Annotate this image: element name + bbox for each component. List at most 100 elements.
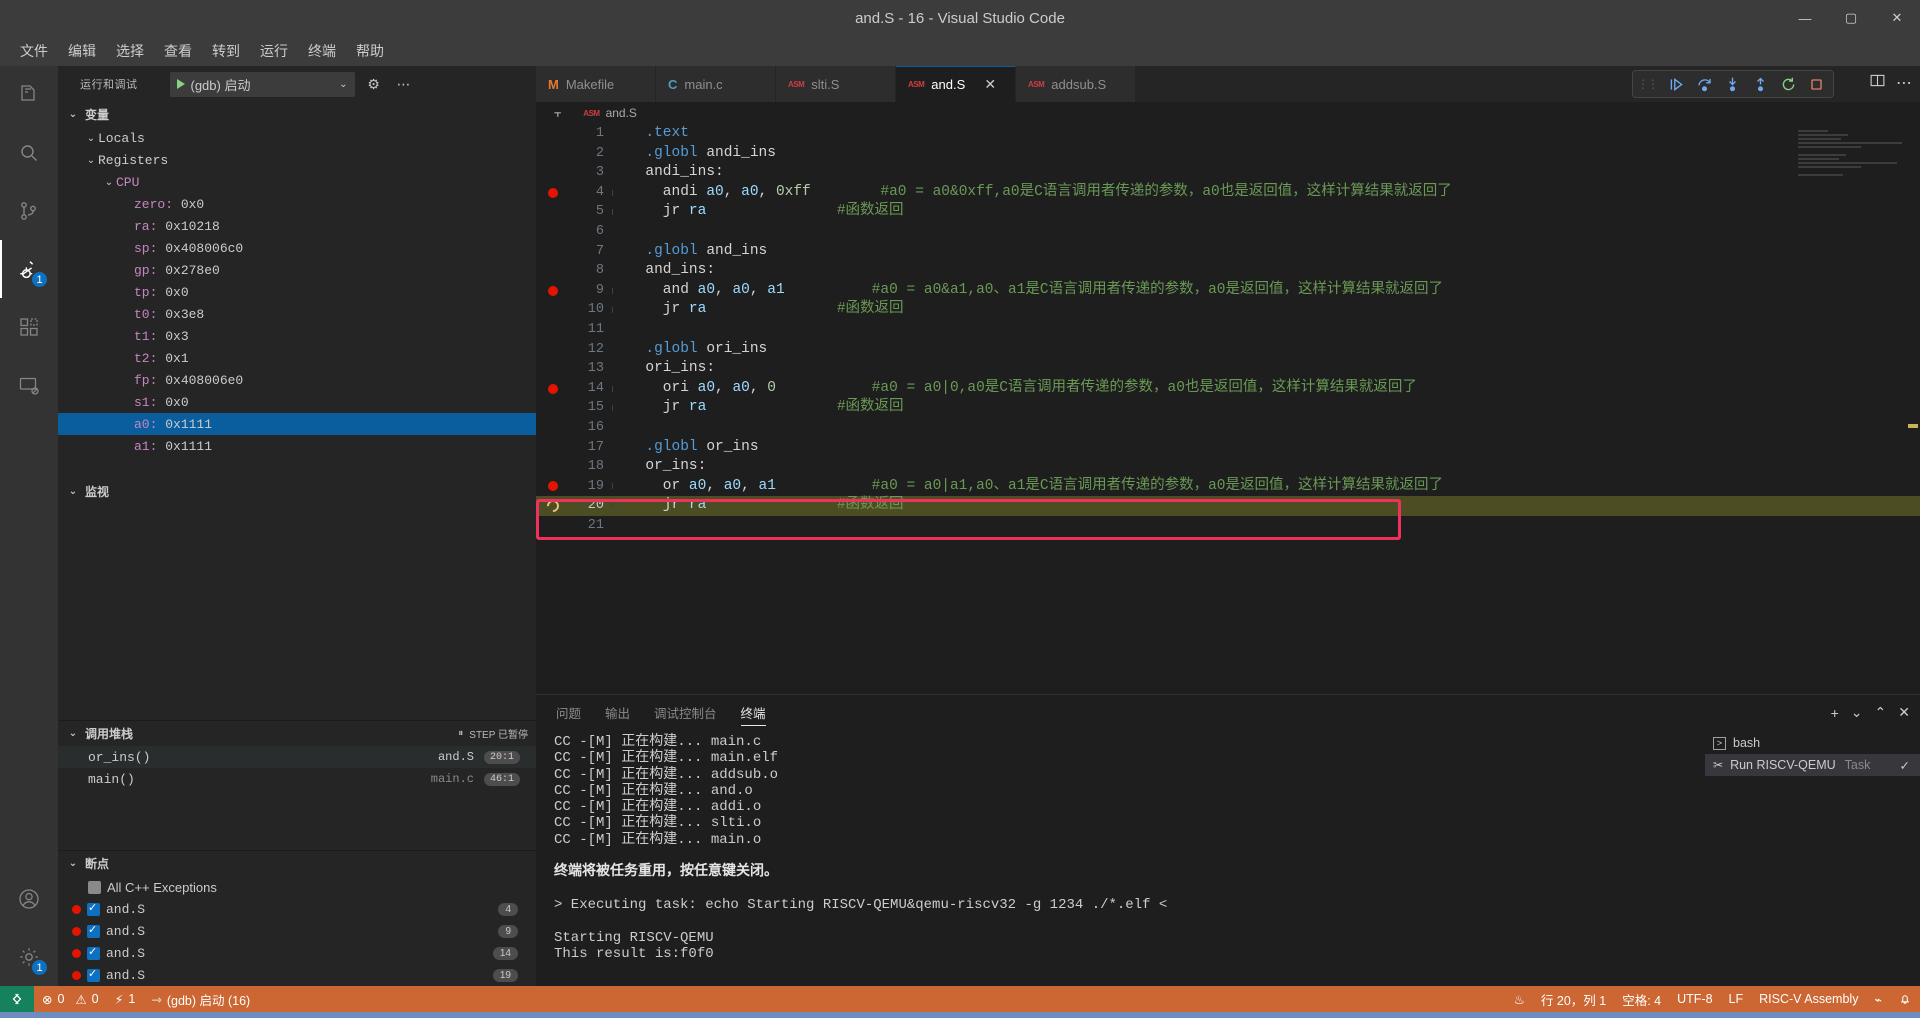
code-text[interactable]: .globl or_ins	[626, 438, 759, 458]
code-line[interactable]: 19 or a0, a0, a1 #a0 = a0|a1,a0、a1是C语言调用…	[536, 477, 1920, 497]
menu-selection[interactable]: 选择	[106, 38, 154, 64]
close-button[interactable]: ✕	[1874, 0, 1920, 36]
maximize-button[interactable]: ▢	[1828, 0, 1874, 36]
cursor-position[interactable]: 行 20，列 1	[1533, 986, 1614, 1012]
activity-manage[interactable]: 1	[0, 928, 58, 986]
remote-indicator[interactable]	[0, 986, 34, 1012]
breakpoint-dot-icon[interactable]	[548, 188, 558, 198]
close-panel-button[interactable]: ✕	[1898, 704, 1910, 721]
open-launch-json-button[interactable]: ⚙	[363, 73, 385, 95]
menu-go[interactable]: 转到	[202, 38, 250, 64]
watch-list[interactable]	[58, 504, 536, 720]
code-line[interactable]: 14 ori a0, a0, 0 #a0 = a0|0,a0是C语言调用者传递的…	[536, 379, 1920, 399]
terminal-output[interactable]: CC -[M] 正在构建... main.cCC -[M] 正在构建... ma…	[536, 730, 1705, 986]
launch-configuration-select[interactable]: (gdb) 启动 ⌄	[170, 72, 355, 97]
activity-explorer[interactable]	[0, 66, 58, 124]
terminal-split-dropdown[interactable]: ⌄	[1851, 704, 1863, 721]
breakpoint-dot-icon[interactable]	[548, 286, 558, 296]
code-line[interactable]: 4 andi a0, a0, 0xff #a0 = a0&0xff,a0是C语言…	[536, 183, 1920, 203]
code-text[interactable]: jr ra #函数返回	[626, 300, 904, 320]
code-line[interactable]: 16	[536, 418, 1920, 438]
notifications-button[interactable]	[1890, 986, 1920, 1012]
code-line[interactable]: 12 .globl ori_ins	[536, 340, 1920, 360]
breakpoint-dot-icon[interactable]	[536, 384, 570, 394]
breakpoint-checkbox[interactable]	[87, 969, 100, 982]
close-icon[interactable]: ✕	[982, 76, 998, 93]
code-text[interactable]: .globl ori_ins	[626, 340, 767, 360]
sidebar-more-actions-button[interactable]: ⋯	[393, 73, 415, 95]
code-text[interactable]: and a0, a0, a1 #a0 = a0&a1,a0、a1是C语言调用者传…	[626, 281, 1443, 301]
code-line[interactable]: 3 andi_ins:	[536, 163, 1920, 183]
register-row-zero[interactable]: zero: 0x0	[58, 193, 536, 215]
activity-accounts[interactable]	[0, 870, 58, 928]
activity-remote-explorer[interactable]	[0, 356, 58, 414]
watch-pane-header[interactable]: ⌄ 监视	[58, 479, 536, 504]
menu-terminal[interactable]: 终端	[298, 38, 346, 64]
code-text[interactable]: ori a0, a0, 0 #a0 = a0|0,a0是C语言调用者传递的参数，…	[626, 379, 1417, 399]
debug-session-status[interactable]: ⇾ (gdb) 启动 (16)	[143, 986, 258, 1012]
tab-main-c[interactable]: C main.c	[656, 66, 776, 102]
more-actions-button[interactable]: ⋯	[1896, 73, 1912, 93]
breakpoint-dot-icon[interactable]	[536, 481, 570, 491]
register-row-t1[interactable]: t1: 0x3	[58, 325, 536, 347]
code-line[interactable]: 10 jr ra #函数返回	[536, 300, 1920, 320]
step-into-button[interactable]	[1719, 72, 1745, 96]
code-lines[interactable]: 1 .text2 .globl andi_ins3 andi_ins:4 and…	[536, 124, 1920, 535]
code-text[interactable]: .text	[626, 124, 689, 144]
indentation-status[interactable]: 空格: 4	[1614, 986, 1669, 1012]
restart-button[interactable]	[1775, 72, 1801, 96]
step-over-button[interactable]	[1691, 72, 1717, 96]
panel-tab-problems[interactable]: 问题	[556, 695, 581, 730]
encoding-status[interactable]: UTF-8	[1669, 986, 1720, 1012]
sync-status[interactable]: ♨	[1506, 986, 1533, 1012]
breakpoint-row[interactable]: and.S 9	[58, 920, 536, 942]
fold-icon[interactable]: ⫟	[554, 106, 561, 121]
code-text[interactable]: or_ins:	[626, 457, 706, 477]
code-text[interactable]: .globl andi_ins	[626, 144, 776, 164]
callstack-list[interactable]: or_ins() and.S 20:1 main() main.c 46:1	[58, 746, 536, 850]
continue-button[interactable]	[1663, 72, 1689, 96]
code-line[interactable]: 5 jr ra #函数返回	[536, 202, 1920, 222]
breakpoint-checkbox[interactable]	[87, 925, 100, 938]
problems-status[interactable]: ⊗ 0 ⚠ 0	[34, 986, 107, 1012]
menu-view[interactable]: 查看	[154, 38, 202, 64]
register-row-t0[interactable]: t0: 0x3e8	[58, 303, 536, 325]
breakpoint-row[interactable]: All C++ Exceptions	[58, 876, 536, 898]
step-out-button[interactable]	[1747, 72, 1773, 96]
code-line[interactable]: 7 .globl and_ins	[536, 242, 1920, 262]
code-text[interactable]: andi a0, a0, 0xff #a0 = a0&0xff,a0是C语言调用…	[626, 183, 1452, 203]
tree-item-locals[interactable]: ⌄ Locals	[58, 127, 536, 149]
variables-tree[interactable]: ⌄ Locals ⌄ Registers ⌄ CPU zero: 0x0 ra:	[58, 127, 536, 479]
code-line[interactable]: 6	[536, 222, 1920, 242]
code-text[interactable]: jr ra #函数返回	[626, 202, 904, 222]
code-line[interactable]: 18 or_ins:	[536, 457, 1920, 477]
stop-button[interactable]	[1803, 72, 1829, 96]
code-text[interactable]: jr ra #函数返回	[626, 496, 904, 516]
code-line[interactable]: 9 and a0, a0, a1 #a0 = a0&a1,a0、a1是C语言调用…	[536, 281, 1920, 301]
tab-slti-s[interactable]: ASM slti.S	[776, 66, 896, 102]
code-line[interactable]: 17 .globl or_ins	[536, 438, 1920, 458]
menu-file[interactable]: 文件	[10, 38, 58, 64]
code-line[interactable]: 15 jr ra #函数返回	[536, 398, 1920, 418]
editor-scrollbar[interactable]	[1906, 124, 1920, 694]
language-mode-status[interactable]: RISC-V Assembly	[1751, 986, 1866, 1012]
code-line[interactable]: 1 .text	[536, 124, 1920, 144]
code-line[interactable]: 11	[536, 320, 1920, 340]
breakpoint-dot-icon[interactable]	[548, 384, 558, 394]
breakpoint-dot-icon[interactable]	[536, 188, 570, 198]
activity-run-and-debug[interactable]: 1	[0, 240, 58, 298]
breakpoint-checkbox[interactable]	[87, 947, 100, 960]
register-row-ra[interactable]: ra: 0x10218	[58, 215, 536, 237]
register-row-a0[interactable]: a0: 0x1111	[58, 413, 536, 435]
register-row-t2[interactable]: t2: 0x1	[58, 347, 536, 369]
code-editor[interactable]: 1 .text2 .globl andi_ins3 andi_ins:4 and…	[536, 124, 1920, 694]
code-text[interactable]: .globl and_ins	[626, 242, 767, 262]
eol-status[interactable]: LF	[1721, 986, 1752, 1012]
code-line[interactable]: 21	[536, 516, 1920, 536]
start-debug-icon[interactable]	[177, 79, 185, 89]
breakpoint-row[interactable]: and.S 4	[58, 898, 536, 920]
tab-makefile[interactable]: M Makefile	[536, 66, 656, 102]
register-row-fp[interactable]: fp: 0x408006e0	[58, 369, 536, 391]
tree-item-registers[interactable]: ⌄ Registers	[58, 149, 536, 171]
menu-run[interactable]: 运行	[250, 38, 298, 64]
